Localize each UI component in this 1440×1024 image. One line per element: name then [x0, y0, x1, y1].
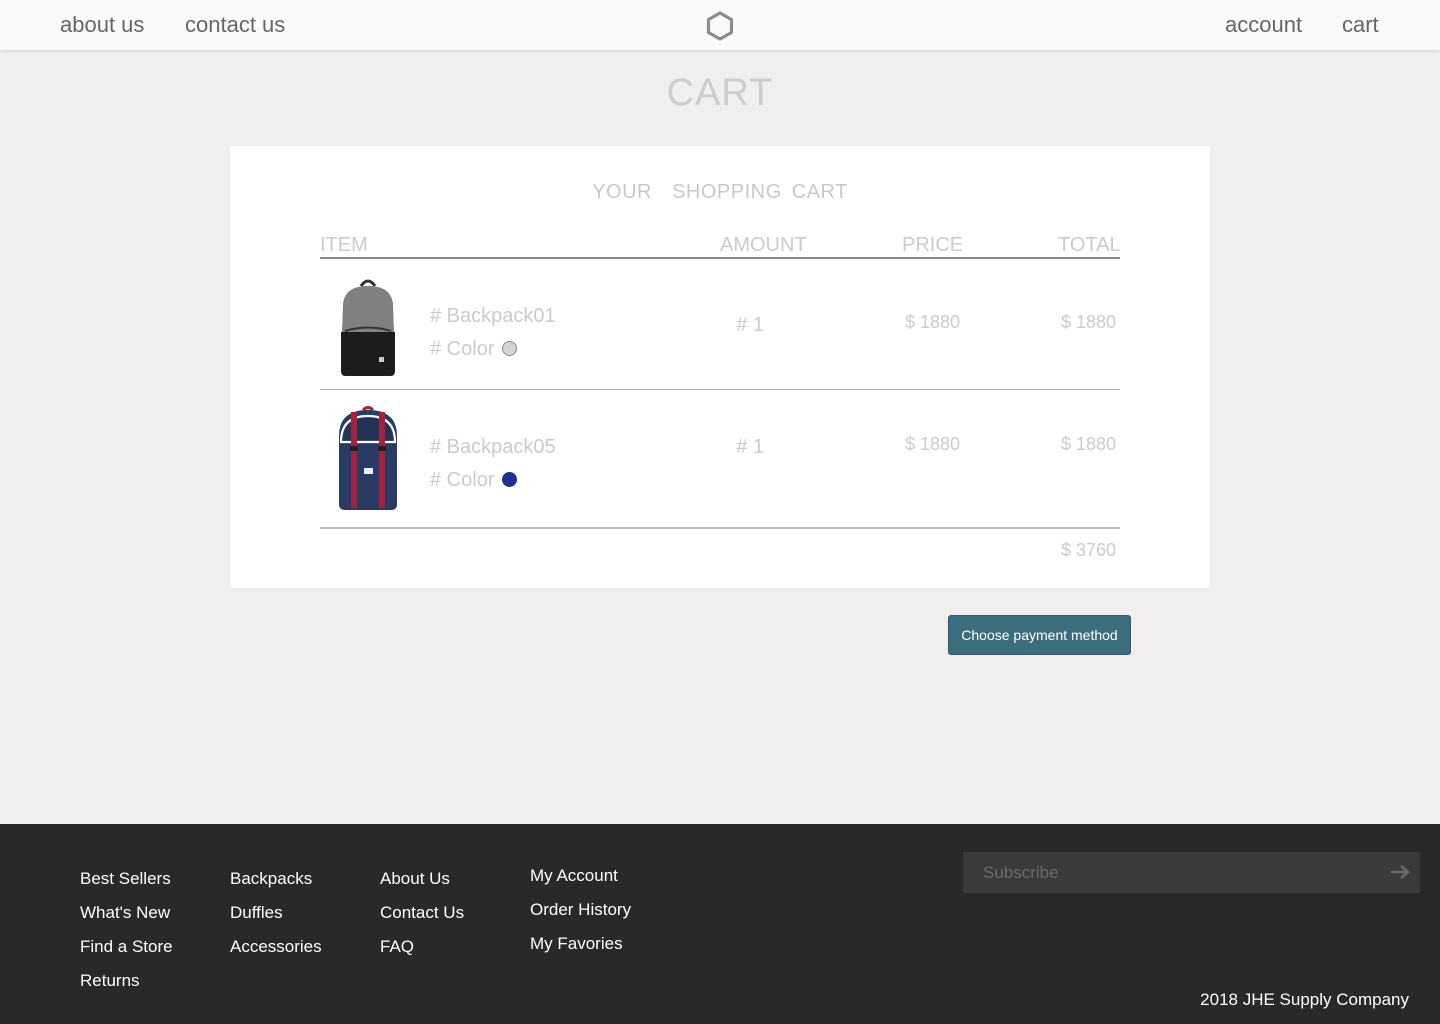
item-price: $ 1880 — [904, 434, 960, 454]
grand-total: $ 3760 — [1060, 540, 1116, 560]
footer-link-about-us[interactable]: About Us — [380, 869, 450, 889]
footer-link-faq[interactable]: FAQ — [380, 937, 414, 957]
header-total: TOTAL — [1058, 234, 1121, 256]
arrow-right-icon[interactable] — [1390, 864, 1412, 880]
item-total: $ 1880 — [1060, 434, 1116, 454]
item-amount: # 1 — [736, 436, 764, 458]
footer-link-backpacks[interactable]: Backpacks — [230, 869, 312, 889]
footer-link-my-account[interactable]: My Account — [530, 866, 618, 886]
header-price: PRICE — [902, 234, 964, 256]
footer: Best Sellers What's New Find a Store Ret… — [0, 824, 1440, 1024]
copyright-text: 2018 JHE Supply Company — [1200, 990, 1409, 1009]
footer-link-duffles[interactable]: Duffles — [230, 903, 283, 923]
header-divider — [320, 257, 1120, 259]
item-name: # Backpack01 — [430, 305, 556, 327]
hexagon-logo-icon[interactable] — [705, 10, 735, 42]
footer-link-accessories[interactable]: Accessories — [230, 937, 322, 957]
top-navigation: about us contact us account cart — [0, 0, 1440, 50]
footer-link-returns[interactable]: Returns — [80, 971, 140, 991]
color-swatch[interactable] — [502, 341, 518, 356]
item-color-label: # Color — [430, 338, 495, 360]
item-price: $ 1880 — [904, 312, 960, 332]
header-item: ITEM — [320, 234, 368, 256]
footer-link-contact-us[interactable]: Contact Us — [380, 903, 464, 923]
item-amount: # 1 — [736, 314, 764, 336]
nav-contact-us-link[interactable]: contact us — [185, 12, 285, 38]
page-title: CART — [666, 72, 774, 114]
footer-link-my-favories[interactable]: My Favories — [530, 934, 623, 954]
item-color: # Color — [430, 469, 518, 492]
footer-link-order-history[interactable]: Order History — [530, 900, 631, 920]
nav-about-us-link[interactable]: about us — [60, 12, 144, 38]
navy-red-backpack-image[interactable] — [333, 406, 403, 512]
subscribe-input[interactable] — [963, 852, 1373, 893]
item-name: # Backpack05 — [430, 436, 556, 458]
nav-cart-link[interactable]: cart — [1342, 12, 1379, 38]
item-total: $ 1880 — [1060, 312, 1116, 332]
grey-black-backpack-image[interactable] — [333, 277, 403, 379]
footer-link-find-a-store[interactable]: Find a Store — [80, 937, 173, 957]
total-divider — [320, 527, 1120, 529]
color-swatch[interactable] — [502, 472, 518, 487]
subscribe-box — [963, 852, 1420, 893]
nav-account-link[interactable]: account — [1225, 12, 1302, 38]
item-color: # Color — [430, 338, 518, 361]
header-amount: AMOUNT — [720, 234, 807, 256]
row-divider — [320, 389, 1120, 390]
item-color-label: # Color — [430, 469, 495, 491]
footer-link-best-sellers[interactable]: Best Sellers — [80, 869, 171, 889]
cart-title: YOUR SHOPPING CART — [592, 181, 848, 203]
choose-payment-method-button[interactable]: Choose payment method — [948, 615, 1131, 655]
footer-link-whats-new[interactable]: What's New — [80, 903, 170, 923]
shopping-cart-card: YOUR SHOPPING CART ITEM AMOUNT PRICE TOT… — [230, 146, 1210, 588]
